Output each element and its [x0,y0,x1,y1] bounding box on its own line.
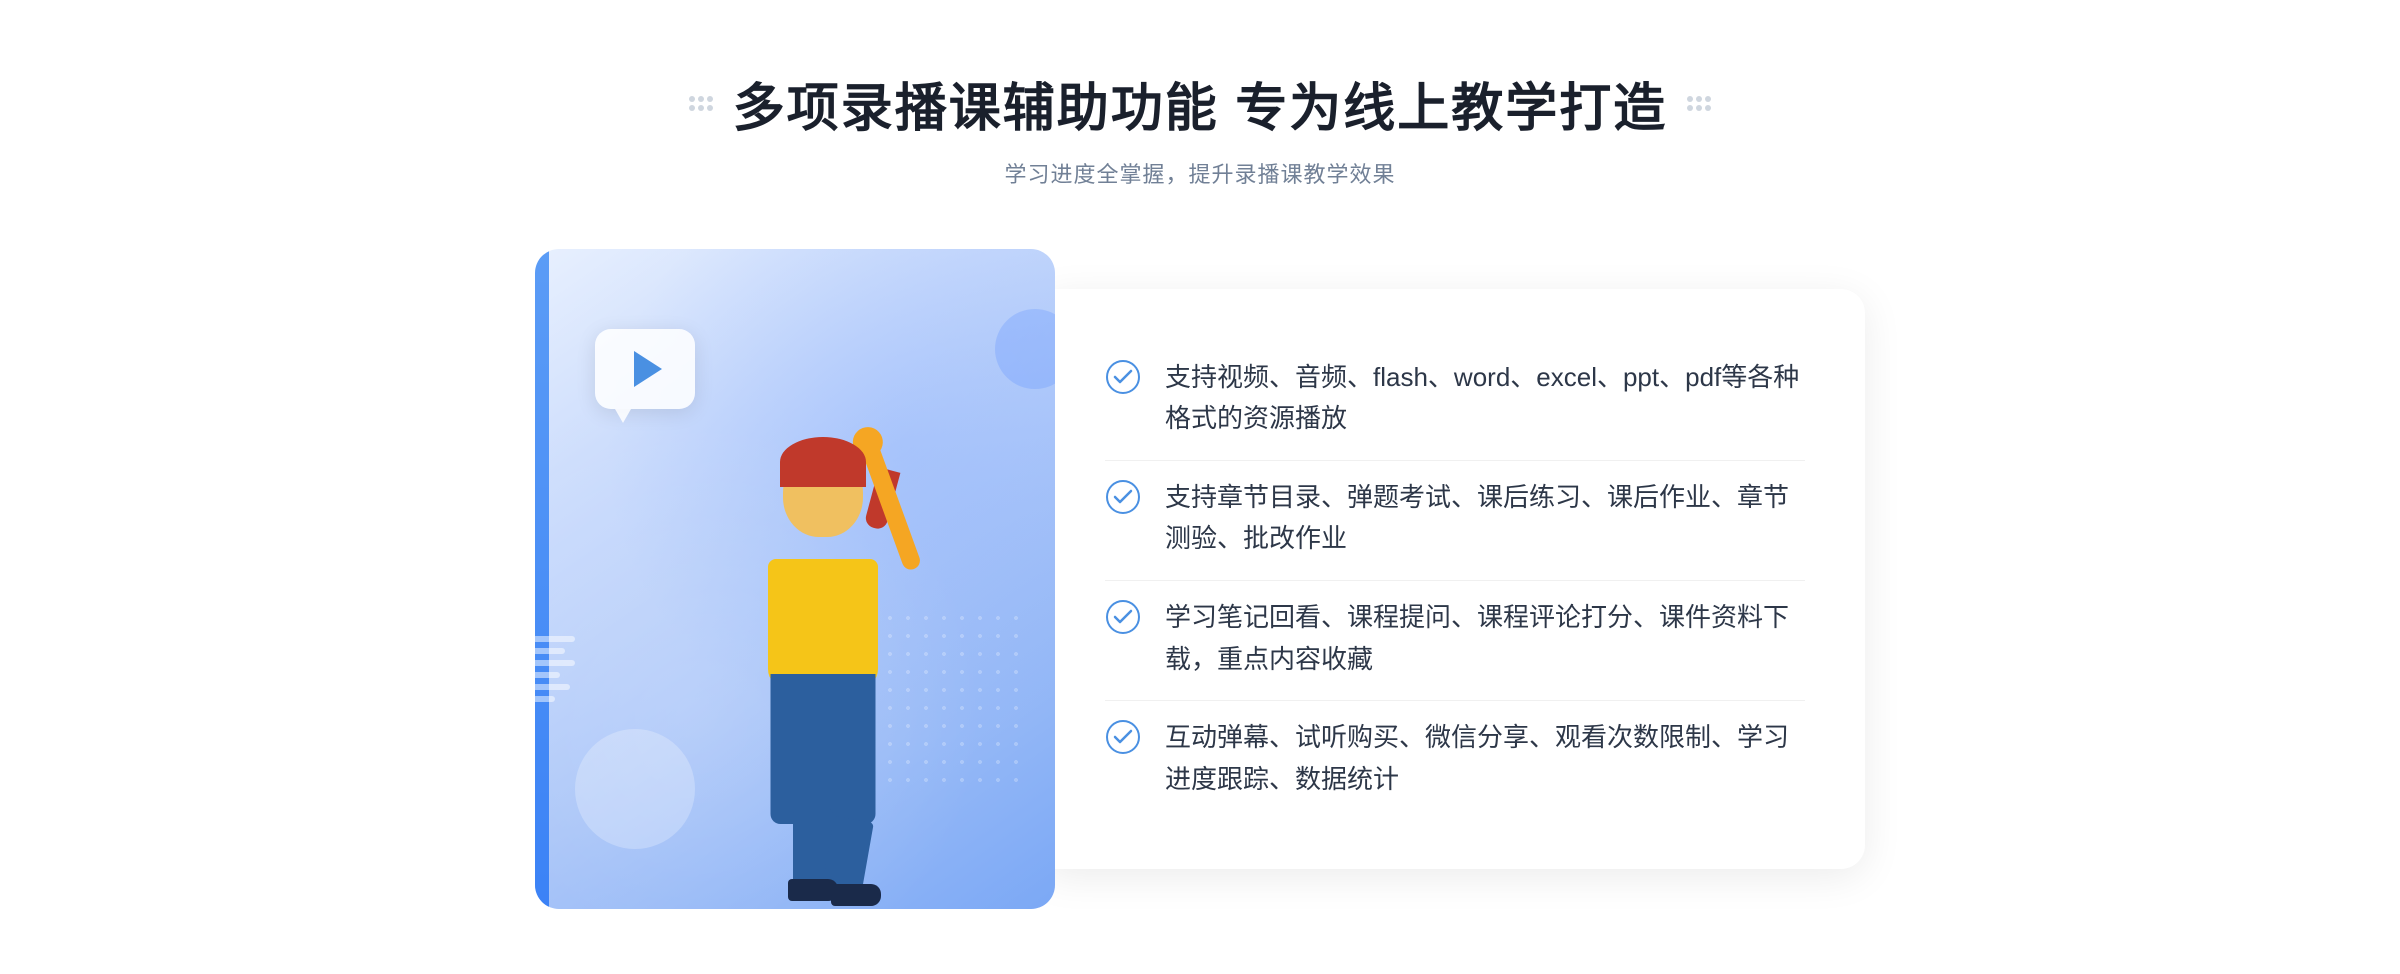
check-icon-4 [1105,719,1141,755]
speech-bubble [595,329,695,409]
feature-text-3: 学习笔记回看、课程提问、课程评论打分、课件资料下载，重点内容收藏 [1165,597,1805,680]
content-wrapper: » [535,249,1865,909]
page-container: 多项录播课辅助功能 专为线上教学打造 学习进度全掌握，提升录播课教学效果 » [0,66,2400,909]
character-pants [771,674,876,824]
blue-strip-decoration [535,249,549,909]
feature-text-2: 支持章节目录、弹题考试、课后练习、课后作业、章节测验、批改作业 [1165,477,1805,560]
decorative-dots-right [1687,96,1711,111]
character-shoe-right [831,884,881,906]
character-body [768,559,878,689]
main-title: 多项录播课辅助功能 专为线上教学打造 [733,66,1667,141]
check-icon-3 [1105,599,1141,635]
header-section: 多项录播课辅助功能 专为线上教学打造 学习进度全掌握，提升录播课教学效果 [689,66,1711,189]
check-icon-1 [1105,359,1141,395]
features-panel: 支持视频、音频、flash、word、excel、ppt、pdf等各种格式的资源… [1045,289,1865,869]
feature-text-4: 互动弹幕、试听购买、微信分享、观看次数限制、学习进度跟踪、数据统计 [1165,717,1805,800]
play-icon [634,351,662,387]
stripe-decoration [535,609,585,729]
feature-item-2: 支持章节目录、弹题考试、课后练习、课后作业、章节测验、批改作业 [1105,460,1805,576]
illustration-card [535,249,1055,909]
feature-item-1: 支持视频、音频、flash、word、excel、ppt、pdf等各种格式的资源… [1105,341,1805,456]
feature-item-4: 互动弹幕、试听购买、微信分享、观看次数限制、学习进度跟踪、数据统计 [1105,700,1805,816]
check-icon-2 [1105,479,1141,515]
character-hair [780,437,866,487]
character-illustration [683,369,963,909]
character-arm [858,434,923,572]
feature-text-1: 支持视频、音频、flash、word、excel、ppt、pdf等各种格式的资源… [1165,357,1805,440]
header-title-row: 多项录播课辅助功能 专为线上教学打造 [689,66,1711,141]
feature-item-3: 学习笔记回看、课程提问、课程评论打分、课件资料下载，重点内容收藏 [1105,580,1805,696]
decorative-dots-left [689,96,713,111]
sub-title: 学习进度全掌握，提升录播课教学效果 [689,157,1711,189]
circle-decoration-1 [575,729,695,849]
circle-decoration-2 [995,309,1055,389]
